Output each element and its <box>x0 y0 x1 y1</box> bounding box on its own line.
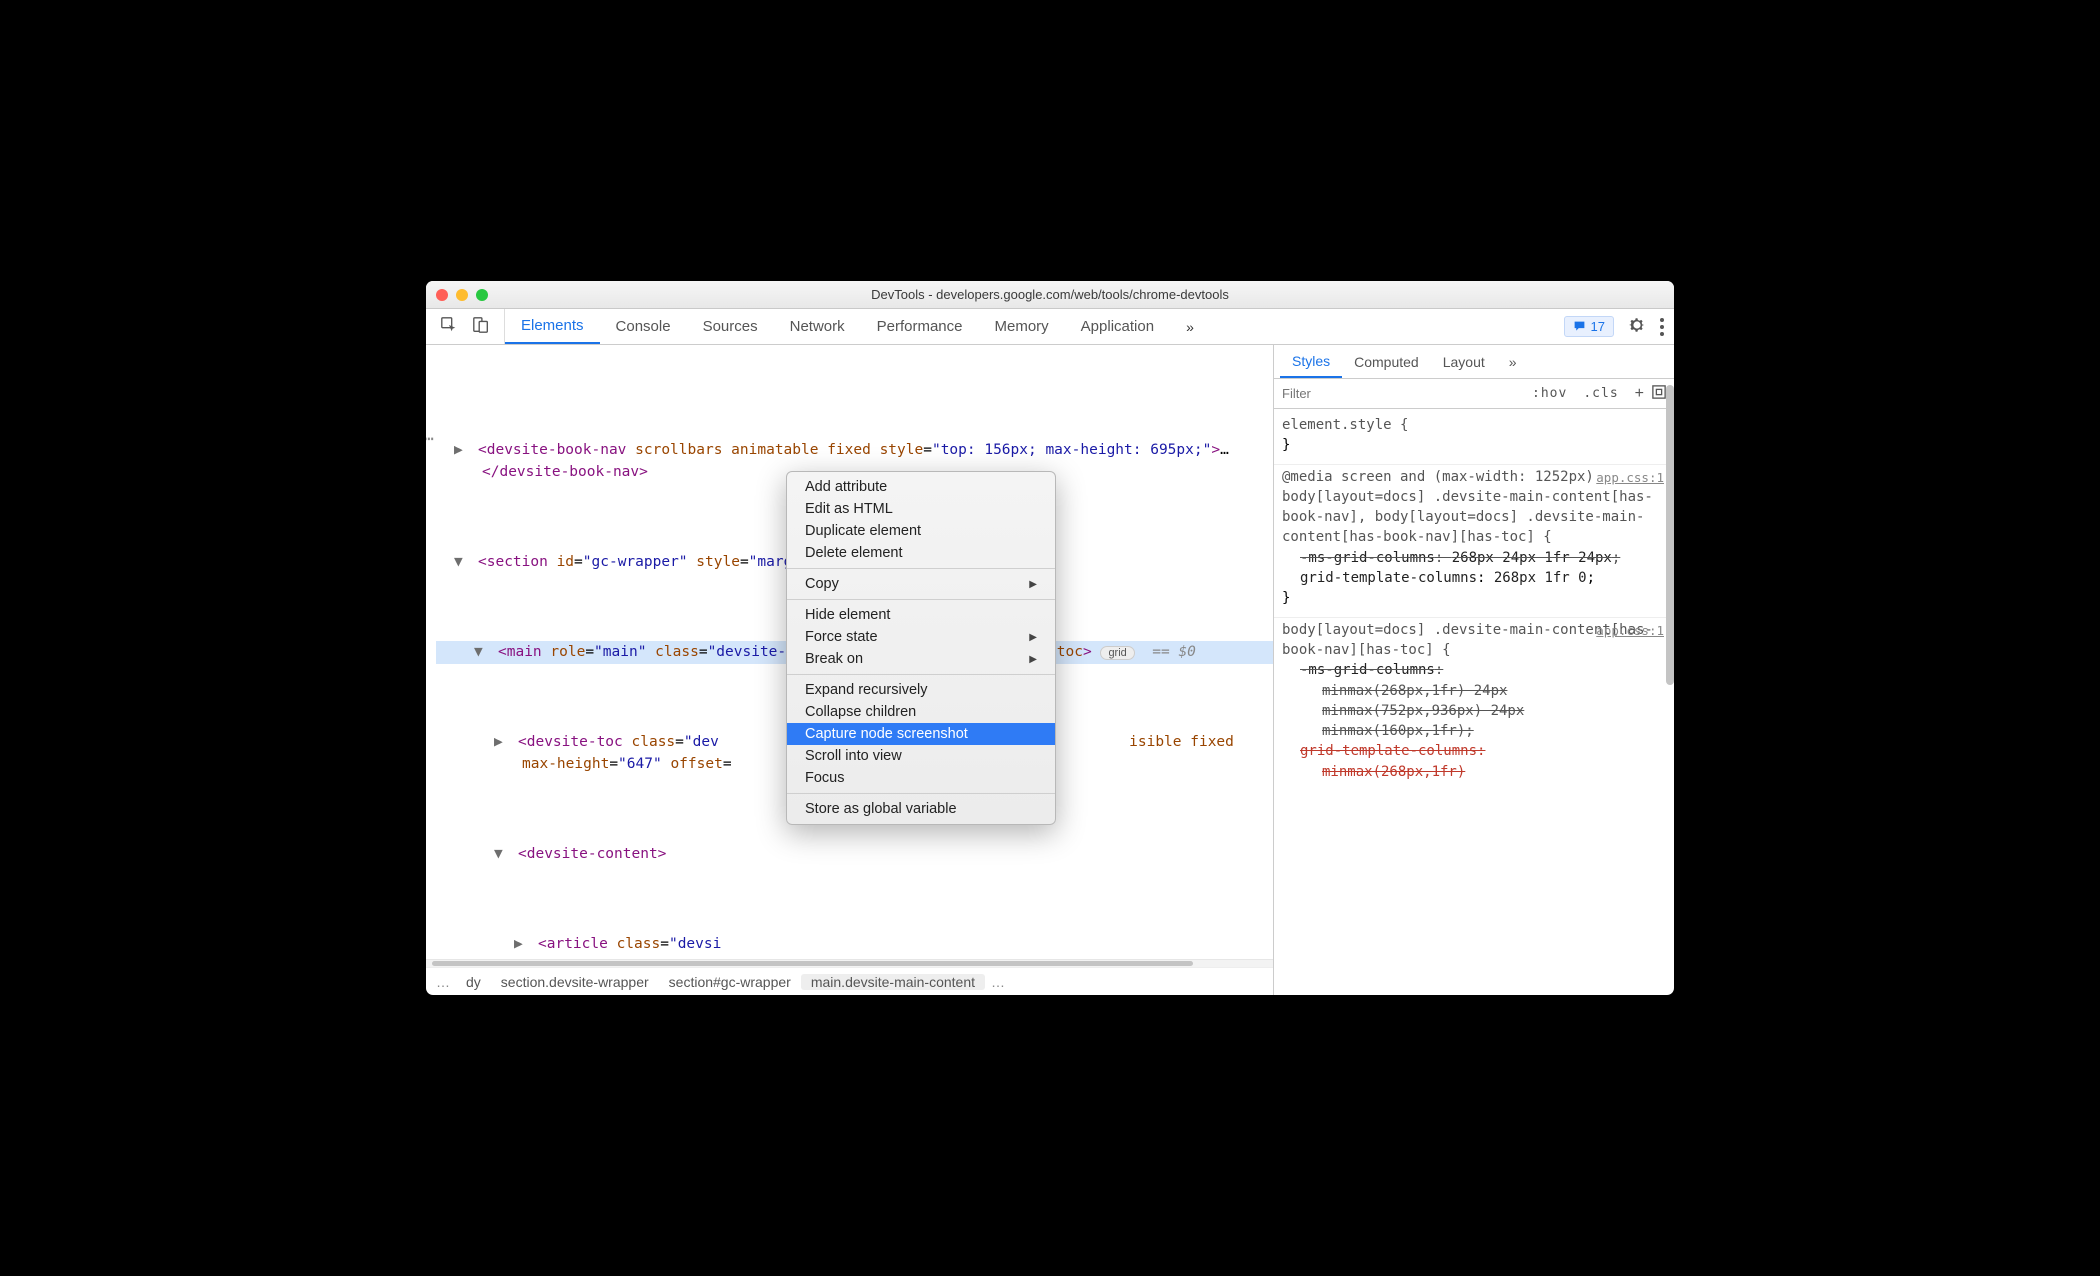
vertical-scrollbar[interactable] <box>1666 385 1674 685</box>
hov-toggle[interactable]: :hov <box>1524 386 1575 401</box>
breadcrumb-bar: … dy section.devsite-wrapper section#gc-… <box>426 967 1273 995</box>
style-rule[interactable]: app.css:1 @media screen and (max-width: … <box>1274 465 1674 618</box>
menu-duplicate-element[interactable]: Duplicate element <box>787 520 1055 542</box>
source-link[interactable]: app.css:1 <box>1596 469 1664 487</box>
menu-scroll-into-view[interactable]: Scroll into view <box>787 745 1055 767</box>
context-menu: Add attribute Edit as HTML Duplicate ele… <box>786 471 1056 825</box>
subtab-more[interactable]: » <box>1497 345 1529 378</box>
styles-filter-bar: :hov .cls + <box>1274 379 1674 409</box>
titlebar: DevTools - developers.google.com/web/too… <box>426 281 1674 309</box>
styles-subtabs: Styles Computed Layout » <box>1274 345 1674 379</box>
source-link[interactable]: app.css:1 <box>1596 622 1664 640</box>
subtab-computed[interactable]: Computed <box>1342 345 1431 378</box>
feedback-count: 17 <box>1591 319 1605 334</box>
style-rule[interactable]: element.style { } <box>1274 413 1674 465</box>
menu-add-attribute[interactable]: Add attribute <box>787 476 1055 498</box>
gear-icon <box>1628 316 1646 334</box>
panel-tabs: Elements Console Sources Network Perform… <box>505 309 1210 344</box>
menu-focus[interactable]: Focus <box>787 767 1055 789</box>
tab-sources[interactable]: Sources <box>687 309 774 344</box>
menu-hide-element[interactable]: Hide element <box>787 604 1055 626</box>
breadcrumb-item-selected[interactable]: main.devsite-main-content <box>801 974 985 990</box>
tab-console[interactable]: Console <box>600 309 687 344</box>
inspect-icon[interactable] <box>440 316 458 338</box>
menu-collapse-children[interactable]: Collapse children <box>787 701 1055 723</box>
tab-performance[interactable]: Performance <box>861 309 979 344</box>
menu-store-global[interactable]: Store as global variable <box>787 798 1055 820</box>
styles-pane: Styles Computed Layout » :hov .cls + ele… <box>1274 345 1674 995</box>
speech-bubble-icon <box>1573 320 1586 333</box>
dom-node[interactable]: ▶<article class="devsi <box>436 933 1273 955</box>
cls-toggle[interactable]: .cls <box>1575 386 1626 401</box>
settings-button[interactable] <box>1628 316 1646 338</box>
menu-separator <box>787 674 1055 675</box>
breadcrumb-item[interactable]: section.devsite-wrapper <box>491 974 659 990</box>
menu-delete-element[interactable]: Delete element <box>787 542 1055 564</box>
breadcrumb-item[interactable]: dy <box>456 974 491 990</box>
menu-separator <box>787 599 1055 600</box>
breadcrumb-ellipsis[interactable]: … <box>430 974 456 990</box>
kebab-menu-button[interactable] <box>1660 318 1664 336</box>
menu-separator <box>787 568 1055 569</box>
menu-break-on[interactable]: Break on <box>787 648 1055 670</box>
subtab-layout[interactable]: Layout <box>1431 345 1497 378</box>
styles-rules-list[interactable]: element.style { } app.css:1 @media scree… <box>1274 409 1674 995</box>
menu-expand-recursively[interactable]: Expand recursively <box>787 679 1055 701</box>
breadcrumb-item[interactable]: section#gc-wrapper <box>659 974 801 990</box>
menu-separator <box>787 793 1055 794</box>
style-rule[interactable]: app.css:1 body[layout=docs] .devsite-mai… <box>1274 618 1674 790</box>
breadcrumb-ellipsis[interactable]: … <box>985 974 1011 990</box>
window-title: DevTools - developers.google.com/web/too… <box>426 287 1674 302</box>
horizontal-scrollbar[interactable] <box>426 959 1273 967</box>
elements-dom-pane: ⋯ ▶<devsite-book-nav scrollbars animatab… <box>426 345 1274 995</box>
subtab-styles[interactable]: Styles <box>1280 345 1342 378</box>
devtools-window: DevTools - developers.google.com/web/too… <box>426 281 1674 995</box>
new-style-rule-button[interactable]: + <box>1627 385 1652 403</box>
menu-capture-screenshot[interactable]: Capture node screenshot <box>787 723 1055 745</box>
styles-filter-input[interactable] <box>1274 386 1524 401</box>
tab-elements[interactable]: Elements <box>505 309 600 344</box>
menu-copy[interactable]: Copy <box>787 573 1055 595</box>
grid-badge[interactable]: grid <box>1100 646 1134 660</box>
menu-force-state[interactable]: Force state <box>787 626 1055 648</box>
gutter-indicator: ⋯ <box>426 427 435 452</box>
more-tabs-button[interactable]: » <box>1170 309 1210 344</box>
tab-network[interactable]: Network <box>774 309 861 344</box>
device-toolbar-icon[interactable] <box>472 316 490 338</box>
menu-edit-as-html[interactable]: Edit as HTML <box>787 498 1055 520</box>
selection-indicator: == $0 <box>1152 644 1196 660</box>
tab-memory[interactable]: Memory <box>979 309 1065 344</box>
tab-application[interactable]: Application <box>1065 309 1170 344</box>
main-toolbar: Elements Console Sources Network Perform… <box>426 309 1674 345</box>
main-split: ⋯ ▶<devsite-book-nav scrollbars animatab… <box>426 345 1674 995</box>
feedback-badge[interactable]: 17 <box>1564 316 1614 337</box>
dom-node[interactable]: ▼<devsite-content> <box>436 843 1273 865</box>
